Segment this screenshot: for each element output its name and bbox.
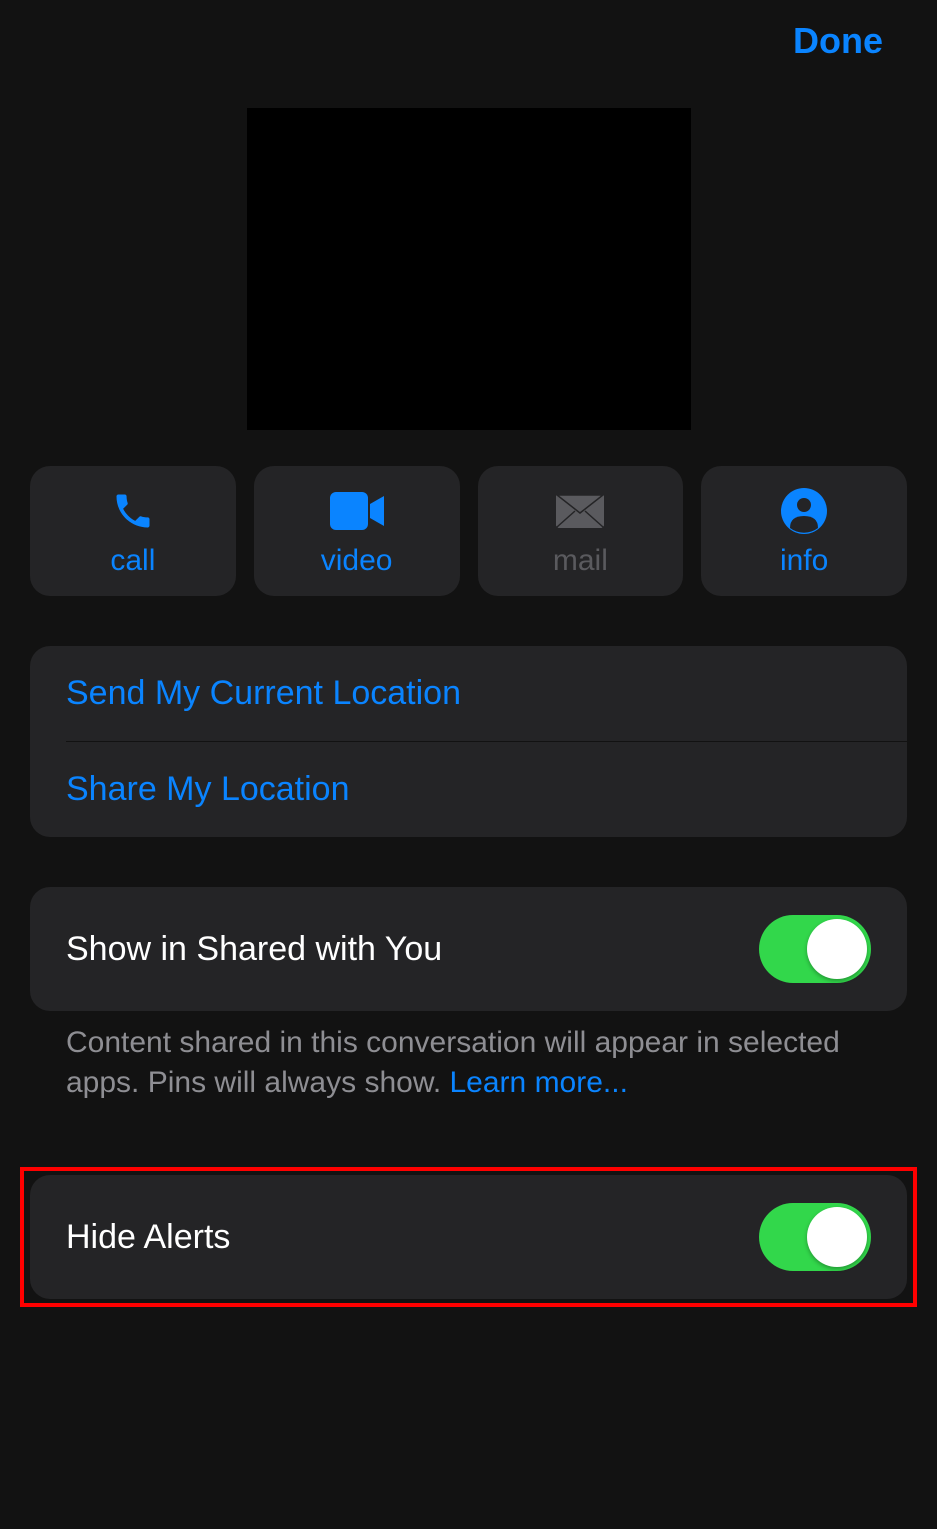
shared-with-you-label: Show in Shared with You [66, 930, 442, 969]
header-bar: Done [0, 0, 937, 62]
shared-with-you-footer: Content shared in this conversation will… [0, 1011, 937, 1103]
video-button[interactable]: video [254, 466, 460, 596]
share-my-location-button[interactable]: Share My Location [30, 742, 907, 837]
shared-with-you-toggle[interactable] [759, 915, 871, 983]
phone-icon [111, 488, 155, 534]
info-button[interactable]: info [701, 466, 907, 596]
mail-label: mail [553, 544, 608, 578]
hide-alerts-highlight: Hide Alerts [20, 1167, 917, 1307]
send-current-location-button[interactable]: Send My Current Location [30, 646, 907, 741]
call-button[interactable]: call [30, 466, 236, 596]
video-label: video [321, 544, 393, 578]
hide-alerts-section: Hide Alerts [30, 1175, 907, 1299]
hide-alerts-row: Hide Alerts [30, 1175, 907, 1299]
contact-avatar[interactable] [247, 108, 691, 430]
hide-alerts-label: Hide Alerts [66, 1218, 230, 1257]
location-section: Send My Current Location Share My Locati… [30, 646, 907, 837]
send-current-location-label: Send My Current Location [66, 674, 461, 713]
shared-with-you-row: Show in Shared with You [30, 887, 907, 1011]
info-label: info [780, 544, 828, 578]
learn-more-link[interactable]: Learn more... [450, 1066, 628, 1099]
person-circle-icon [781, 488, 827, 534]
action-row: call video mail [0, 466, 937, 596]
hide-alerts-toggle[interactable] [759, 1203, 871, 1271]
call-label: call [110, 544, 155, 578]
shared-with-you-section: Show in Shared with You [30, 887, 907, 1011]
share-my-location-label: Share My Location [66, 770, 350, 809]
toggle-knob [807, 1207, 867, 1267]
avatar-container [0, 108, 937, 430]
toggle-knob [807, 919, 867, 979]
mail-button: mail [478, 466, 684, 596]
video-icon [330, 488, 384, 534]
done-button[interactable]: Done [793, 20, 883, 62]
mail-icon [555, 488, 605, 534]
